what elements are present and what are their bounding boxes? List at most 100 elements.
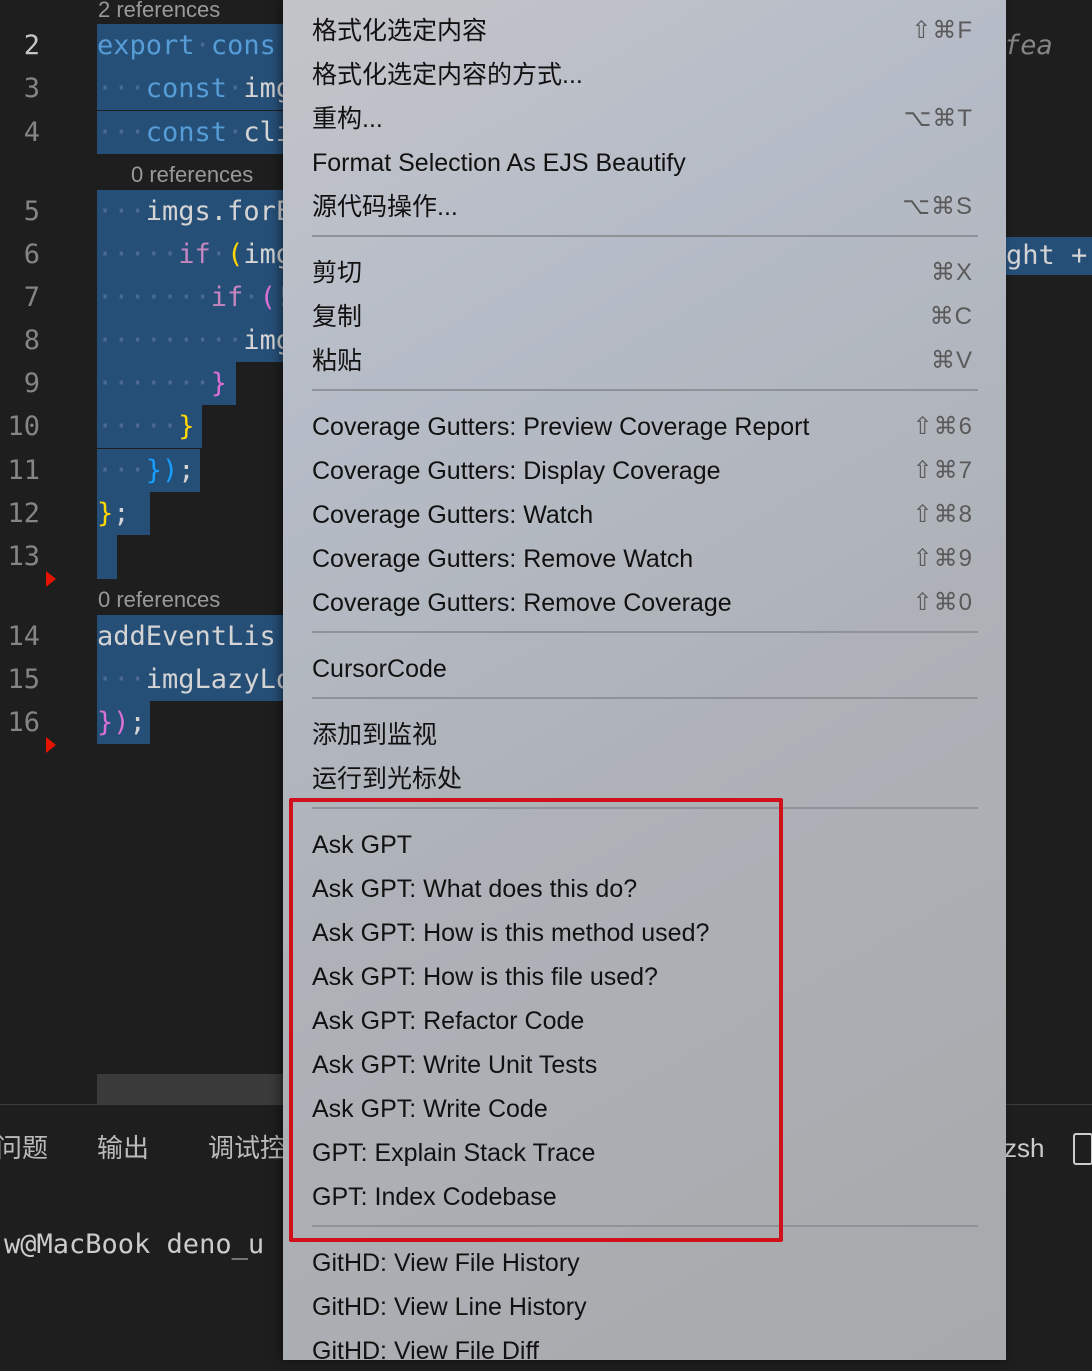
code-token: ; [129, 707, 146, 738]
line-number: 3 [23, 73, 40, 104]
menu-item[interactable]: Ask GPT: Write Unit Tests [312, 1045, 977, 1085]
menu-item-shortcut: ⌘C [929, 303, 973, 330]
menu-item-label: Format Selection As EJS Beautify [312, 149, 686, 177]
line-number: 7 [23, 282, 40, 313]
menu-item-label: GitHD: View File History [312, 1249, 580, 1277]
menu-item[interactable]: GitHD: View File Diff [312, 1331, 977, 1371]
line-number: 2 [23, 30, 40, 61]
menu-item-label: Ask GPT: How is this method used? [312, 919, 710, 947]
tab-problems[interactable]: 问题 [0, 1133, 48, 1163]
error-marker-icon[interactable] [46, 737, 56, 753]
menu-item-shortcut: ⇧⌘F [911, 17, 973, 44]
menu-item-label: GPT: Index Codebase [312, 1183, 557, 1211]
menu-item-shortcut: ⇧⌘0 [912, 589, 973, 616]
menu-item-label: Coverage Gutters: Preview Coverage Repor… [312, 413, 810, 441]
menu-item-shortcut: ⇧⌘8 [912, 501, 973, 528]
line-number: 15 [7, 664, 40, 695]
code-token: } [210, 368, 228, 399]
line-number: 11 [7, 455, 40, 486]
split-terminal-icon[interactable] [1073, 1133, 1092, 1165]
menu-item[interactable]: 格式化选定内容 ⇧⌘F [312, 11, 977, 51]
menu-separator [312, 631, 978, 633]
menu-item-shortcut: ⇧⌘7 [912, 457, 973, 484]
terminal-prompt[interactable]: w@MacBook deno_u [4, 1229, 264, 1260]
line-number: 6 [23, 239, 40, 270]
menu-item-label: 重构... [312, 105, 383, 133]
horizontal-scrollbar[interactable] [97, 1074, 287, 1104]
tab-output[interactable]: 输出 [97, 1133, 149, 1163]
menu-item[interactable]: GitHD: View File History [312, 1243, 977, 1283]
codelens-references[interactable]: 2 references [98, 0, 220, 23]
menu-separator [312, 389, 978, 391]
codelens-references[interactable]: 0 references [98, 587, 220, 613]
menu-item-label: 添加到监视 [312, 721, 438, 749]
menu-item[interactable]: Coverage Gutters: Remove Coverage ⇧⌘0 [312, 583, 977, 623]
menu-item[interactable]: 复制 ⌘C [312, 297, 977, 337]
menu-separator [312, 807, 978, 809]
menu-item[interactable]: CursorCode [312, 649, 977, 689]
menu-item-shortcut: ⌥⌘T [903, 105, 973, 132]
menu-item[interactable]: 添加到监视 [312, 715, 977, 755]
code-token: addEventLis [97, 621, 276, 652]
codelens-references[interactable]: 0 references [131, 162, 253, 188]
line-number: 12 [7, 498, 40, 529]
menu-item[interactable]: 重构... ⌥⌘T [312, 99, 977, 139]
code-token: if [210, 282, 244, 313]
line-number: 8 [23, 325, 40, 356]
menu-item[interactable]: Coverage Gutters: Display Coverage ⇧⌘7 [312, 451, 977, 491]
code-token: const [145, 73, 228, 104]
menu-separator [312, 235, 978, 237]
menu-item-label: Coverage Gutters: Remove Watch [312, 545, 694, 573]
menu-item-label: Coverage Gutters: Remove Coverage [312, 589, 732, 617]
menu-item[interactable]: GPT: Explain Stack Trace [312, 1133, 977, 1173]
menu-separator [312, 697, 978, 699]
menu-item-label: Ask GPT [312, 831, 413, 859]
menu-item[interactable]: Ask GPT: Refactor Code [312, 1001, 977, 1041]
code-token: imgLazyLo [145, 664, 293, 695]
code-token: ( [227, 239, 244, 270]
menu-item[interactable]: Ask GPT: How is this file used? [312, 957, 977, 997]
error-marker-icon[interactable] [46, 571, 56, 587]
menu-item-label: Ask GPT: Write Code [312, 1095, 548, 1123]
menu-item[interactable]: 剪切 ⌘X [312, 253, 977, 293]
code-token: const [145, 117, 228, 148]
context-menu: 格式化选定内容 ⇧⌘F 格式化选定内容的方式... 重构... ⌥⌘T Format Se… [283, 0, 1006, 1365]
menu-item[interactable]: GPT: Index Codebase [312, 1177, 977, 1217]
menu-item-label: 复制 [312, 303, 363, 331]
menu-item[interactable]: Ask GPT: Write Code [312, 1089, 977, 1129]
code-token: export [97, 30, 195, 61]
terminal-shell-label[interactable]: zsh [1004, 1133, 1044, 1164]
menu-item[interactable]: 源代码操作... ⌥⌘S [312, 187, 977, 227]
code-token: }) [97, 707, 130, 738]
line-number: 9 [23, 368, 40, 399]
menu-item-label: Ask GPT: Write Unit Tests [312, 1051, 598, 1079]
menu-item[interactable]: Coverage Gutters: Watch ⇧⌘8 [312, 495, 977, 535]
code-token: ; [113, 498, 130, 529]
menu-item[interactable]: 格式化选定内容的方式... [312, 55, 977, 95]
menu-item-shortcut: ⇧⌘9 [912, 545, 973, 572]
menu-item-label: Coverage Gutters: Display Coverage [312, 457, 721, 485]
menu-item[interactable]: 运行到光标处 [312, 759, 977, 799]
menu-item[interactable]: Ask GPT [312, 825, 977, 865]
menu-separator [312, 1225, 978, 1227]
tab-debug-console[interactable]: 调试控 [208, 1133, 286, 1163]
menu-item-label: Ask GPT: Refactor Code [312, 1007, 585, 1035]
menu-item[interactable]: Format Selection As EJS Beautify [312, 143, 977, 183]
code-token: } [97, 498, 114, 529]
menu-item-label: 格式化选定内容 [312, 17, 488, 45]
inlay-hint: fea [1004, 30, 1053, 61]
menu-item[interactable]: Coverage Gutters: Remove Watch ⇧⌘9 [312, 539, 977, 579]
menu-item[interactable]: Coverage Gutters: Preview Coverage Repor… [312, 407, 977, 447]
menu-item-label: Coverage Gutters: Watch [312, 501, 594, 529]
menu-item[interactable]: Ask GPT: What does this do? [312, 869, 977, 909]
menu-item[interactable]: GitHD: View Line History [312, 1287, 977, 1327]
menu-item-shortcut: ⌥⌘S [902, 193, 973, 220]
menu-item-label: 粘贴 [312, 347, 363, 375]
menu-item[interactable]: 粘贴 ⌘V [312, 341, 977, 381]
code-token: }) [145, 455, 179, 486]
menu-item-label: CursorCode [312, 655, 447, 683]
menu-item-shortcut: ⇧⌘6 [912, 413, 973, 440]
line-number: 13 [7, 541, 40, 572]
menu-item[interactable]: Ask GPT: How is this method used? [312, 913, 977, 953]
menu-item-label: GitHD: View Line History [312, 1293, 587, 1321]
